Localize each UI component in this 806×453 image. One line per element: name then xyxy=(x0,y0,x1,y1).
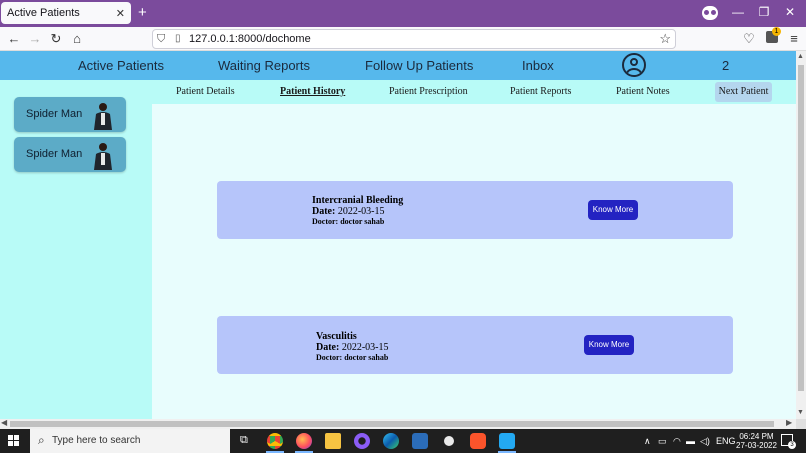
scroll-right-icon[interactable]: ▶ xyxy=(786,418,792,427)
file-explorer-icon[interactable] xyxy=(325,433,341,449)
bookmark-star-icon[interactable]: ☆ xyxy=(659,31,671,47)
menu-icon[interactable]: ≡ xyxy=(786,31,802,46)
vscode-icon[interactable] xyxy=(499,433,515,449)
date-label: Date: xyxy=(316,342,340,353)
clock-date: 27-03-2022 xyxy=(736,441,777,450)
window-close-icon[interactable]: ✕ xyxy=(780,5,800,19)
language-indicator[interactable]: ENG xyxy=(716,436,736,446)
scroll-down-icon[interactable]: ▼ xyxy=(797,409,804,416)
vertical-scroll-thumb[interactable] xyxy=(798,65,804,391)
firefox-icon[interactable] xyxy=(296,433,312,449)
history-card: Intercranial Bleeding Date: 2022-03-15 D… xyxy=(217,181,733,239)
windows-start-icon[interactable] xyxy=(8,435,20,447)
scroll-left-icon[interactable]: ◀ xyxy=(1,418,7,427)
profile-avatar-icon[interactable] xyxy=(622,53,646,77)
tab-patient-details[interactable]: Patient Details xyxy=(176,86,235,97)
history-card: Vasculitis Date: 2022-03-15 Doctor: doct… xyxy=(217,316,733,374)
url-text[interactable]: 127.0.0.1:8000/dochome xyxy=(189,33,311,45)
forward-icon[interactable]: → xyxy=(27,31,43,46)
volume-icon[interactable]: ◁) xyxy=(700,436,710,447)
history-title: Vasculitis xyxy=(316,331,357,342)
notification-badge: 3 xyxy=(788,441,796,449)
chrome-icon[interactable] xyxy=(267,433,283,449)
pocket-icon[interactable]: ♡ xyxy=(741,31,757,47)
extension-badge: 1 xyxy=(772,27,781,36)
browser-tabstrip: Active Patients ✕ + — ❐ ✕ xyxy=(0,0,806,27)
horizontal-scrollbar[interactable]: ◀ ▶ xyxy=(0,418,796,429)
history-date: Date: 2022-03-15 xyxy=(316,342,389,353)
tray-display-icon[interactable]: ▭ xyxy=(658,436,667,447)
history-doctor: Doctor: doctor sahab xyxy=(312,217,385,226)
search-placeholder: Type here to search xyxy=(52,435,141,446)
windows-taskbar: ⌕ Type here to search ⧉ ∧ ▭ ◠ ▬ ◁) ENG 0… xyxy=(0,429,806,453)
reload-icon[interactable]: ↻ xyxy=(48,31,64,47)
notifications-icon[interactable]: 3 xyxy=(781,434,796,449)
tab-patient-reports[interactable]: Patient Reports xyxy=(510,86,571,97)
powershell-icon[interactable] xyxy=(412,433,428,449)
shield-icon[interactable]: ⛉ xyxy=(157,33,165,46)
tab-patient-prescription[interactable]: Patient Prescription xyxy=(389,86,468,97)
history-date: Date: 2022-03-15 xyxy=(312,206,385,217)
patient-card[interactable]: Spider Man xyxy=(14,137,126,172)
date-value: 2022-03-15 xyxy=(337,206,385,217)
task-view-icon[interactable]: ⧉ xyxy=(240,434,248,447)
page-icon: ▯ xyxy=(175,33,181,44)
history-title: Intercranial Bleeding xyxy=(312,195,404,206)
tab-patient-history[interactable]: Patient History xyxy=(280,86,345,97)
minimize-icon[interactable]: — xyxy=(728,5,748,19)
patient-sidebar: Spider Man Spider Man xyxy=(0,80,152,419)
tray-chevron-icon[interactable]: ∧ xyxy=(644,436,651,447)
vertical-scrollbar[interactable]: ▲ ▼ xyxy=(796,51,806,419)
battery-icon[interactable]: ▬ xyxy=(686,436,695,446)
scroll-corner xyxy=(796,419,806,429)
tab-patient-notes[interactable]: Patient Notes xyxy=(616,86,670,97)
brave-icon[interactable] xyxy=(470,433,486,449)
nav-active-patients[interactable]: Active Patients xyxy=(78,58,164,73)
taskbar-clock[interactable]: 06:24 PM 27-03-2022 xyxy=(736,432,777,450)
nav-inbox[interactable]: Inbox xyxy=(522,58,554,73)
tab-close-icon[interactable]: ✕ xyxy=(116,7,125,20)
search-icon: ⌕ xyxy=(38,433,45,447)
notification-count[interactable]: 2 xyxy=(722,58,729,73)
new-tab-button[interactable]: + xyxy=(138,4,147,21)
app-header: Active Patients Waiting Reports Follow U… xyxy=(0,51,796,80)
extension-icon[interactable]: 1 xyxy=(766,27,781,43)
patient-photo xyxy=(94,143,112,170)
patient-name: Spider Man xyxy=(26,108,83,120)
page-viewport: Active Patients Waiting Reports Follow U… xyxy=(0,51,796,419)
github-icon[interactable] xyxy=(441,433,457,449)
taskbar-search[interactable]: ⌕ Type here to search xyxy=(30,429,230,453)
nav-waiting-reports[interactable]: Waiting Reports xyxy=(218,58,310,73)
back-icon[interactable]: ← xyxy=(6,31,22,46)
patient-name: Spider Man xyxy=(26,148,83,160)
private-mask-icon xyxy=(702,6,718,20)
tor-icon[interactable] xyxy=(354,433,370,449)
patient-tabs: Patient Details Patient History Patient … xyxy=(152,80,796,104)
history-doctor: Doctor: doctor sahab xyxy=(316,353,389,362)
scroll-up-icon[interactable]: ▲ xyxy=(797,53,804,60)
restore-icon[interactable]: ❐ xyxy=(754,5,774,19)
know-more-button[interactable]: Know More xyxy=(588,200,638,220)
edge-icon[interactable] xyxy=(383,433,399,449)
history-content: Intercranial Bleeding Date: 2022-03-15 D… xyxy=(152,104,796,419)
date-value: 2022-03-15 xyxy=(341,342,389,353)
browser-navbar: ← → ↻ ⌂ ⛉ ▯ 127.0.0.1:8000/dochome ☆ ♡ 1… xyxy=(0,27,806,51)
next-patient-button[interactable]: Next Patient xyxy=(715,82,772,102)
tab-title: Active Patients xyxy=(7,7,80,19)
browser-tab[interactable]: Active Patients ✕ xyxy=(1,2,131,24)
date-label: Date: xyxy=(312,206,336,217)
know-more-button[interactable]: Know More xyxy=(584,335,634,355)
patient-card[interactable]: Spider Man xyxy=(14,97,126,132)
wifi-icon[interactable]: ◠ xyxy=(673,436,681,447)
nav-follow-up-patients[interactable]: Follow Up Patients xyxy=(365,58,473,73)
clock-time: 06:24 PM xyxy=(739,432,774,441)
home-icon[interactable]: ⌂ xyxy=(69,31,85,46)
patient-photo xyxy=(94,103,112,130)
address-bar[interactable]: ⛉ ▯ 127.0.0.1:8000/dochome ☆ xyxy=(152,29,676,49)
horizontal-scroll-thumb[interactable] xyxy=(10,421,774,427)
